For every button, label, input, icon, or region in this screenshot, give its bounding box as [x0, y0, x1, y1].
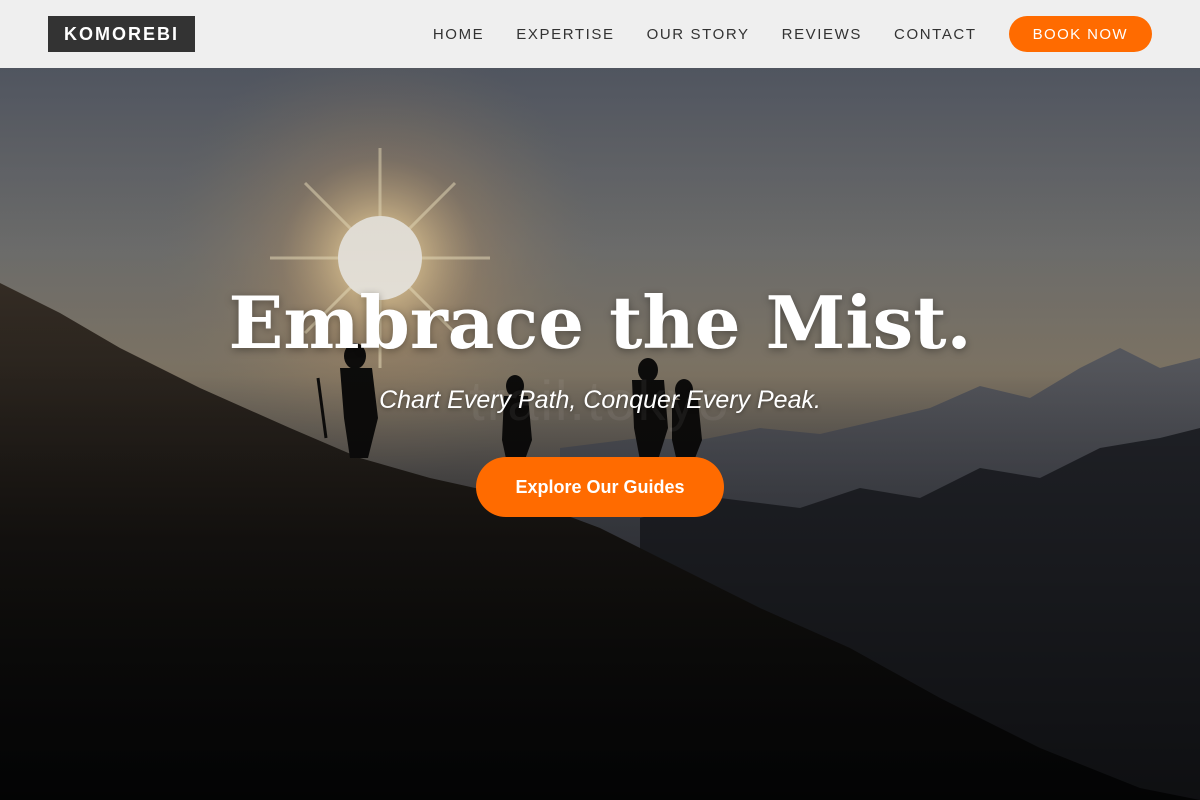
main-nav: HOME EXPERTISE OUR STORY REVIEWS CONTACT…: [433, 16, 1152, 52]
site-header: KOMOREBI HOME EXPERTISE OUR STORY REVIEW…: [0, 0, 1200, 68]
nav-home[interactable]: HOME: [433, 26, 484, 43]
book-now-button[interactable]: BOOK NOW: [1008, 16, 1152, 52]
hero-subtitle: Chart Every Path, Conquer Every Peak.: [379, 386, 821, 414]
hero-section: trail.tokyo Embrace the Mist. Chart Ever…: [0, 68, 1200, 800]
nav-expertise[interactable]: EXPERTISE: [516, 26, 614, 43]
explore-guides-button[interactable]: Explore Our Guides: [476, 457, 724, 517]
logo[interactable]: KOMOREBI: [48, 16, 195, 52]
nav-reviews[interactable]: REVIEWS: [782, 26, 862, 43]
hero-title: Embrace the Mist.: [228, 280, 972, 365]
nav-contact[interactable]: CONTACT: [894, 26, 977, 43]
hero-content: Embrace the Mist. Chart Every Path, Conq…: [0, 278, 1200, 517]
nav-our-story[interactable]: OUR STORY: [647, 26, 750, 43]
